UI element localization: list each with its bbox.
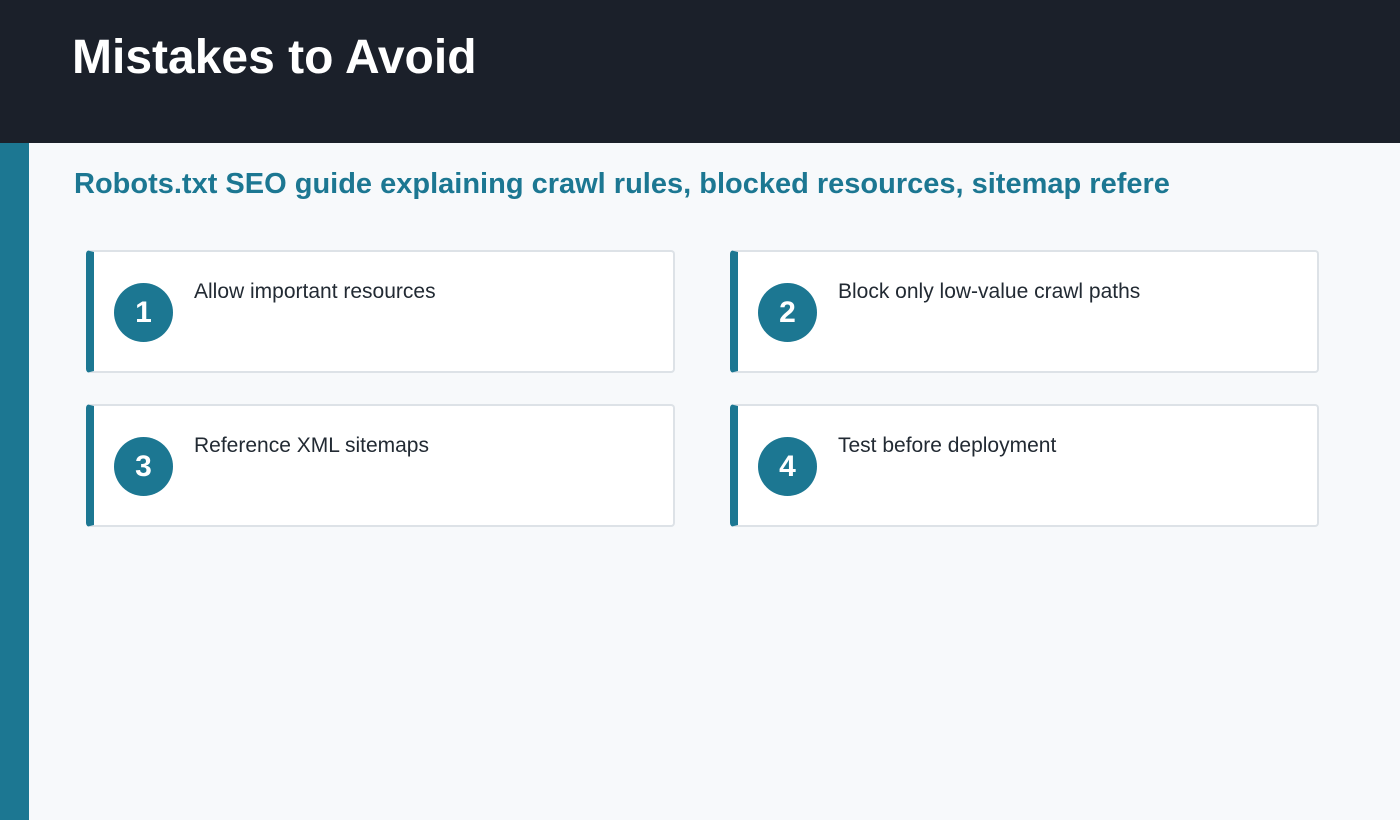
number-badge: 4 bbox=[758, 437, 817, 496]
accent-side-bar bbox=[0, 143, 29, 820]
number-badge: 2 bbox=[758, 283, 817, 342]
page-header: Mistakes to Avoid bbox=[0, 0, 1400, 143]
mistake-card-2: 2 Block only low-value crawl paths bbox=[730, 250, 1319, 373]
page-subtitle: Robots.txt SEO guide explaining crawl ru… bbox=[74, 168, 1170, 200]
card-label: Reference XML sitemaps bbox=[194, 434, 429, 457]
number-badge: 3 bbox=[114, 437, 173, 496]
card-label: Allow important resources bbox=[194, 280, 436, 303]
card-label: Test before deployment bbox=[838, 434, 1057, 457]
page-title: Mistakes to Avoid bbox=[72, 31, 477, 84]
mistake-card-1: 1 Allow important resources bbox=[86, 250, 675, 373]
card-label: Block only low-value crawl paths bbox=[838, 280, 1141, 303]
mistake-card-4: 4 Test before deployment bbox=[730, 404, 1319, 527]
mistake-card-3: 3 Reference XML sitemaps bbox=[86, 404, 675, 527]
number-badge: 1 bbox=[114, 283, 173, 342]
